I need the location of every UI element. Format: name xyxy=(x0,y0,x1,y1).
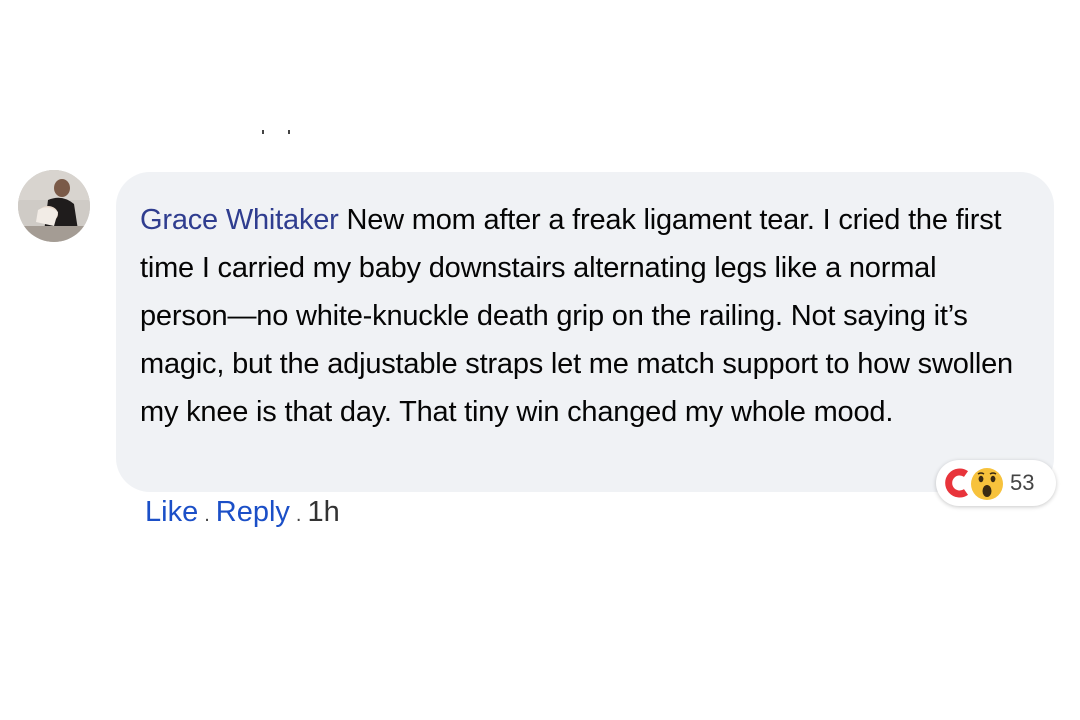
like-link[interactable]: Like xyxy=(145,496,198,529)
wow-icon xyxy=(968,465,1005,502)
avatar-photo-icon xyxy=(18,170,90,242)
comment-timestamp[interactable]: 1h xyxy=(307,496,339,529)
comment-text: New mom after a freak ligament tear. I c… xyxy=(140,204,1013,428)
previous-comment-cutoff xyxy=(248,124,298,138)
comment-bubble: Grace Whitaker New mom after a freak lig… xyxy=(116,172,1054,492)
action-separator: . xyxy=(295,504,302,526)
reaction-summary[interactable]: 53 xyxy=(936,460,1056,506)
action-separator: . xyxy=(204,504,210,526)
reaction-count: 53 xyxy=(1010,470,1035,495)
avatar[interactable] xyxy=(18,170,90,242)
reply-link[interactable]: Reply xyxy=(216,496,290,529)
comment-thread: Grace Whitaker New mom after a freak lig… xyxy=(0,0,1080,720)
comment-author[interactable]: Grace Whitaker xyxy=(140,204,339,236)
comment-actions: Like . Reply . 1h xyxy=(145,496,340,529)
comment-body: Grace Whitaker New mom after a freak lig… xyxy=(140,196,1030,436)
